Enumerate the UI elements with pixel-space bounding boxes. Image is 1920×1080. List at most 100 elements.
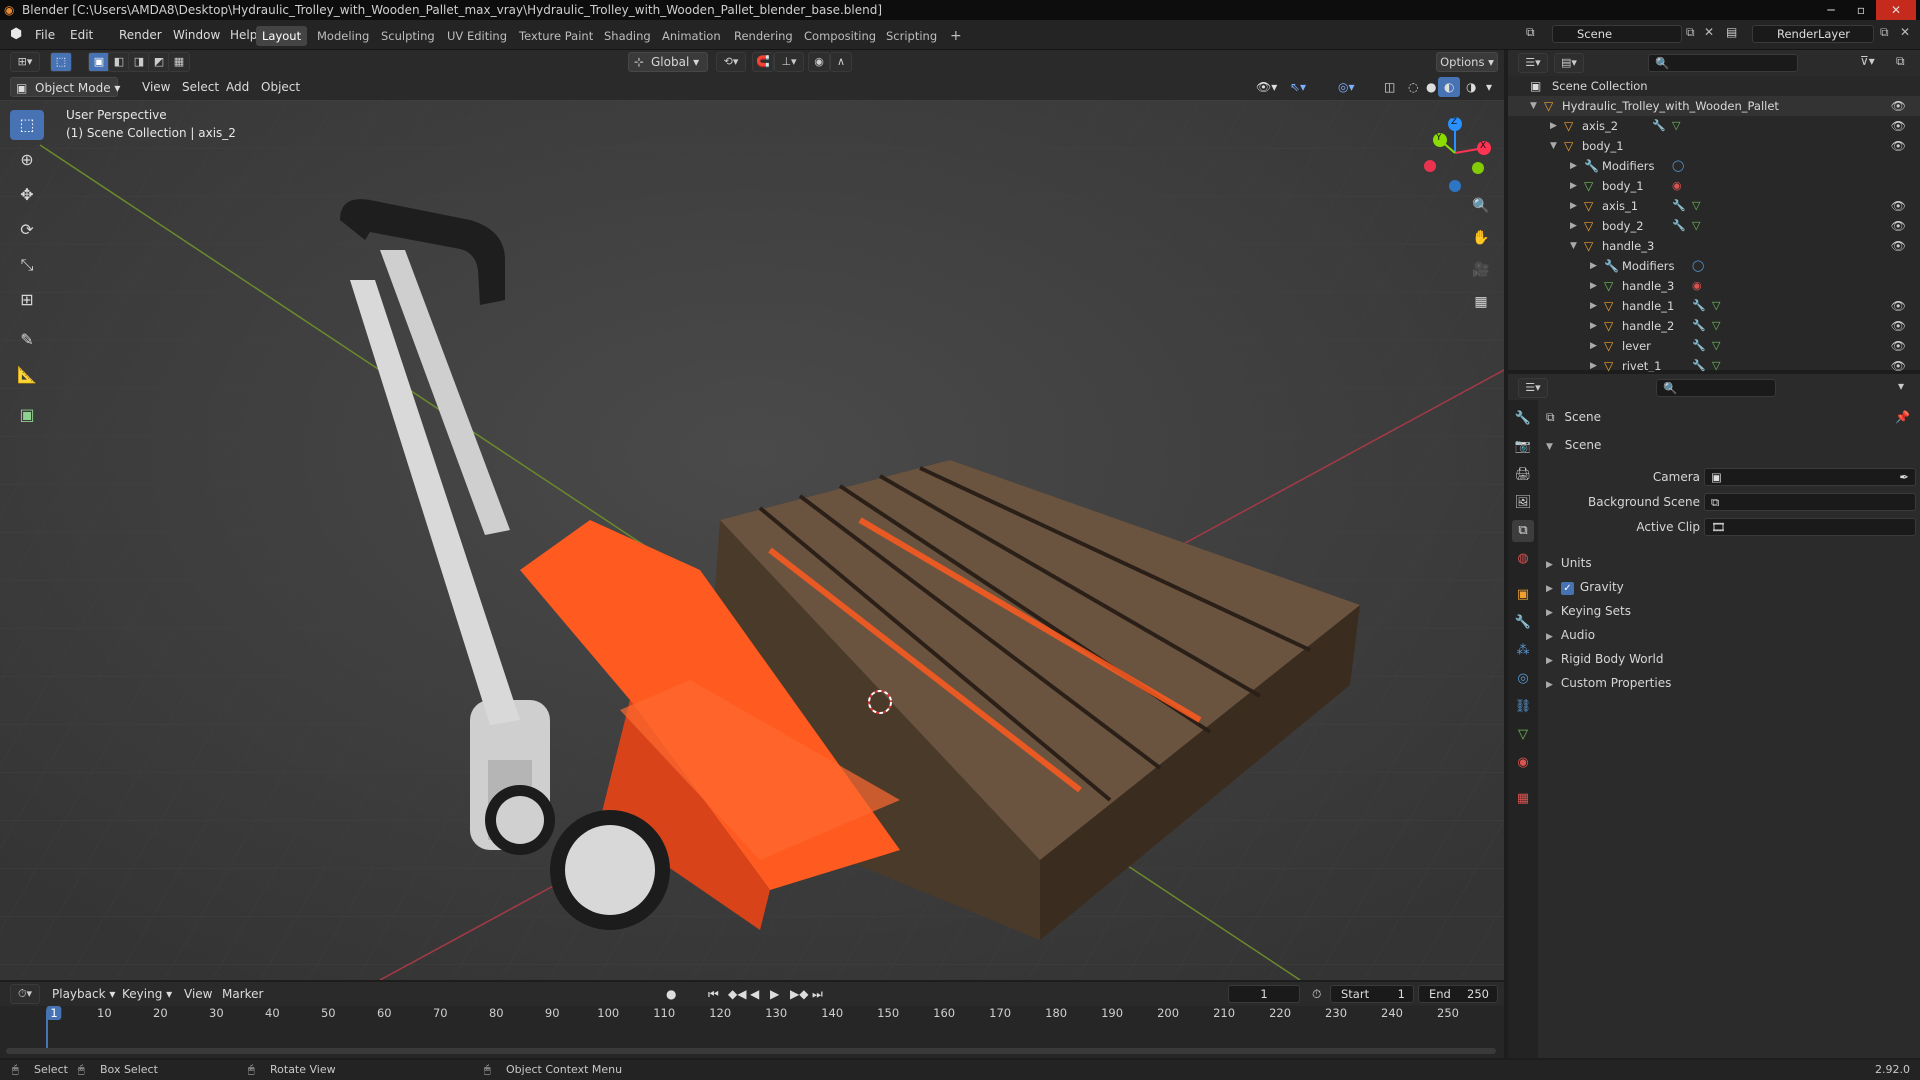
outliner-row[interactable]: ▶ ▽ body_1 ◉ (1508, 176, 1920, 196)
add-cube-tool[interactable]: ▣ (10, 400, 44, 430)
world-tab-icon[interactable]: ◍ (1512, 548, 1534, 570)
outliner-row[interactable]: ▶ ▽ axis_2 🔧 ▽ 👁 (1508, 116, 1920, 136)
close-window-icon[interactable]: ✕ (1876, 0, 1916, 20)
select-new-icon[interactable]: ▣ (88, 52, 110, 72)
expand-arrow-icon[interactable]: ▶ (1590, 316, 1597, 336)
snap-icon[interactable]: 🧲 (752, 52, 774, 72)
collapse-arrow-icon[interactable]: ▼ (1530, 96, 1537, 116)
visibility-eye-icon[interactable]: 👁 (1891, 96, 1906, 116)
zoom-icon[interactable]: 🔍 (1467, 192, 1495, 220)
outliner[interactable]: ▣ Scene Collection ▼ ▽ Hydraulic_Trolley_w… (1508, 76, 1920, 373)
visibility-eye-icon[interactable]: 👁 (1891, 196, 1906, 216)
new-scene-icon[interactable]: ⧉ (1686, 25, 1695, 40)
visibility-eye-icon[interactable]: 👁 (1891, 116, 1906, 136)
outliner-editor-type-icon[interactable]: ☰▾ (1518, 53, 1548, 73)
subpanel-audio[interactable]: ▶ Audio (1546, 624, 1916, 646)
tab-layout[interactable]: Layout (256, 26, 308, 46)
expand-arrow-icon[interactable]: ▶ (1570, 216, 1577, 236)
active-clip-field[interactable]: 🎞 (1704, 518, 1916, 536)
visibility-icon[interactable]: 👁▾ (1250, 77, 1283, 97)
expand-arrow-icon[interactable]: ▶ (1590, 296, 1597, 316)
menu-file[interactable]: File (30, 24, 60, 46)
measure-tool[interactable]: 📐 (10, 360, 44, 390)
delete-scene-icon[interactable]: ✕ (1704, 25, 1714, 39)
outliner-row[interactable]: ▶ ▽ handle_2 🔧 ▽ 👁 (1508, 316, 1920, 336)
scene-tab-icon[interactable]: ⧉ (1512, 520, 1534, 542)
view-layer-icon[interactable]: ▤ (1726, 25, 1737, 39)
properties-search-input[interactable]: 🔍 (1656, 379, 1776, 397)
transform-orientation-dropdown[interactable]: ⊹ Global ▾ (628, 52, 708, 72)
editor-type-icon[interactable]: ⊞▾ (10, 52, 40, 72)
3d-viewport[interactable]: User Perspective (1) Scene Collection | … (0, 100, 1504, 980)
visibility-eye-icon[interactable]: 👁 (1891, 336, 1906, 356)
pivot-point-icon[interactable]: ⟲▾ (716, 52, 746, 72)
viewport-menu-object[interactable]: Object (255, 77, 306, 97)
render-layer-field[interactable]: RenderLayer (1752, 25, 1874, 43)
gizmo-toggle-icon[interactable]: ⇖▾ (1284, 77, 1312, 97)
filter-icon[interactable]: ⊽▾ (1860, 54, 1875, 68)
blender-menu-icon[interactable]: ⬢ (10, 26, 22, 42)
rotate-tool[interactable]: ⟳ (10, 215, 44, 245)
tab-rendering[interactable]: Rendering (728, 26, 799, 46)
tool-tab-icon[interactable]: 🔧 (1512, 408, 1534, 430)
move-tool[interactable]: ✥ (10, 180, 44, 210)
tab-sculpting[interactable]: Sculpting (375, 26, 441, 46)
options-dropdown[interactable]: Options ▾ (1436, 52, 1498, 72)
gravity-checkbox[interactable]: ✓ (1560, 582, 1574, 595)
visibility-eye-icon[interactable]: 👁 (1891, 296, 1906, 316)
pan-hand-icon[interactable]: ✋ (1467, 224, 1495, 252)
visibility-eye-icon[interactable]: 👁 (1891, 316, 1906, 336)
modifier-tab-icon[interactable]: 🔧 (1512, 612, 1534, 634)
properties-options-icon[interactable]: ▾ (1898, 379, 1904, 393)
select-subtract-icon[interactable]: ◨ (128, 52, 150, 72)
expand-arrow-icon[interactable]: ▶ (1570, 156, 1577, 176)
camera-view-icon[interactable]: 🎥 (1467, 256, 1495, 284)
expand-arrow-icon[interactable]: ▶ (1550, 116, 1557, 136)
scene-field[interactable]: Scene (1552, 25, 1682, 43)
menu-edit[interactable]: Edit (65, 24, 98, 46)
physics-tab-icon[interactable]: ◎ (1512, 668, 1534, 690)
subpanel-keying-sets[interactable]: ▶ Keying Sets (1546, 600, 1916, 622)
menu-window[interactable]: Window (168, 24, 225, 46)
select-tool-icon[interactable]: ⬚ (50, 52, 72, 72)
xray-icon[interactable]: ◫ (1378, 77, 1401, 97)
expand-arrow-icon[interactable]: ▶ (1570, 176, 1577, 196)
output-tab-icon[interactable]: 🖨 (1512, 464, 1534, 486)
ortho-toggle-icon[interactable]: ▦ (1467, 288, 1495, 316)
viewport-menu-select[interactable]: Select (176, 77, 225, 97)
expand-arrow-icon[interactable]: ▶ (1590, 276, 1597, 296)
frame-ruler[interactable]: 1 10 20 30 40 50 60 70 80 90 100 110 120 130 140 150 160… (0, 986, 1504, 1026)
outliner-row[interactable]: ▼ ▽ handle_3 👁 (1508, 236, 1920, 256)
visibility-eye-icon[interactable]: 👁 (1891, 136, 1906, 156)
camera-field[interactable]: ▣ ✒ (1704, 468, 1916, 486)
shading-options-icon[interactable]: ▾ (1480, 77, 1498, 97)
menu-render[interactable]: Render (114, 24, 167, 46)
outliner-search-input[interactable]: 🔍 (1648, 54, 1798, 72)
collapse-arrow-icon[interactable]: ▼ (1550, 136, 1557, 156)
minimize-icon[interactable]: ─ (1816, 0, 1846, 20)
select-intersect-icon[interactable]: ◩ (148, 52, 170, 72)
view-layer-tab-icon[interactable]: 🖼 (1512, 492, 1534, 514)
annotate-tool[interactable]: ✎ (10, 325, 44, 355)
delete-layer-icon[interactable]: ✕ (1900, 25, 1910, 39)
timeline[interactable]: ⏱▾ Playback ▾ Keying ▾ View Marker ● ⏮ ◆… (0, 982, 1504, 1058)
proportional-edit-icon[interactable]: ◉ (808, 52, 830, 72)
tab-texture-paint[interactable]: Texture Paint (513, 26, 599, 46)
subpanel-units[interactable]: ▶ Units (1546, 552, 1916, 574)
collapse-arrow-icon[interactable]: ▼ (1570, 236, 1577, 256)
scene-panel-header[interactable]: ▼ Scene (1546, 434, 1916, 456)
cursor-tool[interactable]: ⊕ (10, 145, 44, 175)
outliner-row[interactable]: ▶ ▽ handle_3 ◉ (1508, 276, 1920, 296)
new-layer-icon[interactable]: ⧉ (1880, 25, 1889, 40)
material-shading-icon[interactable]: ◐ (1438, 77, 1461, 97)
viewport-menu-add[interactable]: Add (220, 77, 255, 97)
overlay-toggle-icon[interactable]: ◎▾ (1332, 77, 1361, 97)
outliner-row[interactable]: ▶ 🔧 Modifiers ◯ (1508, 256, 1920, 276)
outliner-scene-collection[interactable]: ▣ Scene Collection (1508, 76, 1920, 96)
outliner-row[interactable]: ▶ ▽ axis_1 🔧 ▽ 👁 (1508, 196, 1920, 216)
select-box-tool[interactable]: ⬚ (10, 110, 44, 140)
particles-tab-icon[interactable]: ⁂ (1512, 640, 1534, 662)
expand-arrow-icon[interactable]: ▶ (1570, 196, 1577, 216)
material-tab-icon[interactable]: ◉ (1512, 752, 1534, 774)
falloff-icon[interactable]: ∧ (830, 52, 852, 72)
